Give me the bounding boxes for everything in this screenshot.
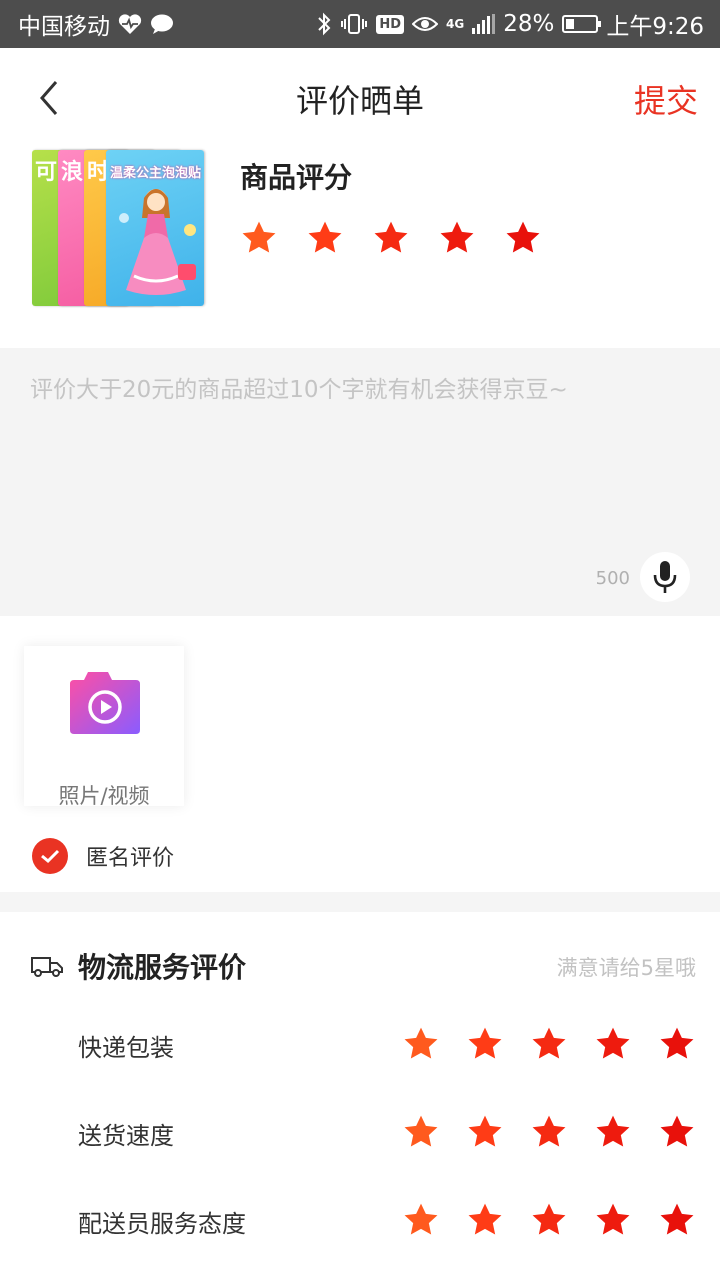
star-icon[interactable] <box>466 1114 504 1150</box>
truck-icon <box>31 957 63 977</box>
star-icon[interactable] <box>466 1026 504 1062</box>
vibrate-icon <box>341 14 368 34</box>
status-bar: 中国移动 HD 4G 28% 上午9:26 <box>0 0 720 48</box>
star-icon[interactable] <box>402 1114 440 1150</box>
book-cover-front: 温柔公主泡泡贴 <box>106 150 204 306</box>
nav-header: 评价晒单 提交 <box>0 48 720 148</box>
battery-icon <box>562 15 602 33</box>
signal-icon <box>472 14 496 34</box>
star-icon[interactable] <box>530 1202 568 1238</box>
chat-bubble-icon <box>151 14 173 34</box>
logistics-row-delivery-speed: 送货速度 <box>0 1102 720 1162</box>
network-type: 4G <box>446 17 465 31</box>
product-rating-section: 可 浪 时 温柔公主泡泡贴 商品评分 <box>0 148 720 348</box>
logistics-row-courier-attitude: 配送员服务态度 <box>0 1190 720 1250</box>
anonymous-label: 匿名评价 <box>86 846 175 871</box>
upload-photo-video-button[interactable]: 照片/视频 <box>24 646 184 808</box>
microphone-icon <box>653 561 677 593</box>
submit-button[interactable]: 提交 <box>634 76 698 122</box>
logistics-row-packaging: 快递包装 <box>0 1014 720 1074</box>
book-spine-title: 可 <box>35 160 58 185</box>
star-icon[interactable] <box>466 1202 504 1238</box>
star-icon[interactable] <box>402 1026 440 1062</box>
product-thumbnail[interactable]: 可 浪 时 温柔公主泡泡贴 <box>32 150 204 306</box>
star-icon[interactable] <box>594 1114 632 1150</box>
camera-video-icon <box>70 672 140 734</box>
logistics-rating-section: 物流服务评价 满意请给5星哦 快递包装 送货速度 配送员服务态度 <box>0 912 720 1280</box>
clock: 上午9:26 <box>606 14 704 40</box>
checkmark-icon <box>41 849 60 864</box>
logistics-row-label: 快递包装 <box>78 1034 174 1062</box>
courier-attitude-star-rating <box>402 1202 696 1238</box>
star-icon[interactable] <box>372 220 410 256</box>
checkbox-checked-icon[interactable] <box>32 838 68 874</box>
char-limit-counter: 500 <box>595 568 630 589</box>
delivery-speed-star-rating <box>402 1114 696 1150</box>
voice-input-button[interactable] <box>640 552 690 602</box>
book-spine-title: 浪 <box>61 160 84 185</box>
anonymous-toggle[interactable]: 匿名评价 <box>32 838 174 874</box>
star-icon[interactable] <box>658 1114 696 1150</box>
star-icon[interactable] <box>504 220 542 256</box>
packaging-star-rating <box>402 1026 696 1062</box>
star-icon[interactable] <box>530 1026 568 1062</box>
review-input-section: 500 <box>0 348 720 616</box>
page-title: 评价晒单 <box>295 82 424 120</box>
heart-pulse-icon <box>118 14 142 34</box>
bluetooth-icon <box>318 12 331 36</box>
star-icon[interactable] <box>402 1202 440 1238</box>
logistics-row-label: 送货速度 <box>78 1122 174 1150</box>
media-section: 照片/视频 匿名评价 <box>0 616 720 892</box>
upload-label: 照片/视频 <box>58 784 150 808</box>
star-icon[interactable] <box>438 220 476 256</box>
battery-percent: 28% <box>503 11 555 37</box>
star-icon[interactable] <box>594 1026 632 1062</box>
logistics-title: 物流服务评价 <box>78 951 247 984</box>
logistics-row-label: 配送员服务态度 <box>78 1210 246 1238</box>
battery-level <box>566 19 575 29</box>
logistics-hint: 满意请给5星哦 <box>556 956 696 980</box>
star-icon[interactable] <box>594 1202 632 1238</box>
review-textarea[interactable] <box>30 370 690 560</box>
eye-icon <box>412 17 439 31</box>
star-icon[interactable] <box>240 220 278 256</box>
logistics-header: 物流服务评价 <box>30 946 246 986</box>
carrier-label: 中国移动 <box>18 14 110 40</box>
star-icon[interactable] <box>658 1202 696 1238</box>
product-rating-label: 商品评分 <box>240 161 353 194</box>
star-icon[interactable] <box>530 1114 568 1150</box>
product-star-rating <box>240 220 542 256</box>
star-icon[interactable] <box>658 1026 696 1062</box>
star-icon[interactable] <box>306 220 344 256</box>
hd-icon: HD <box>376 14 405 34</box>
princess-illustration <box>119 189 196 295</box>
